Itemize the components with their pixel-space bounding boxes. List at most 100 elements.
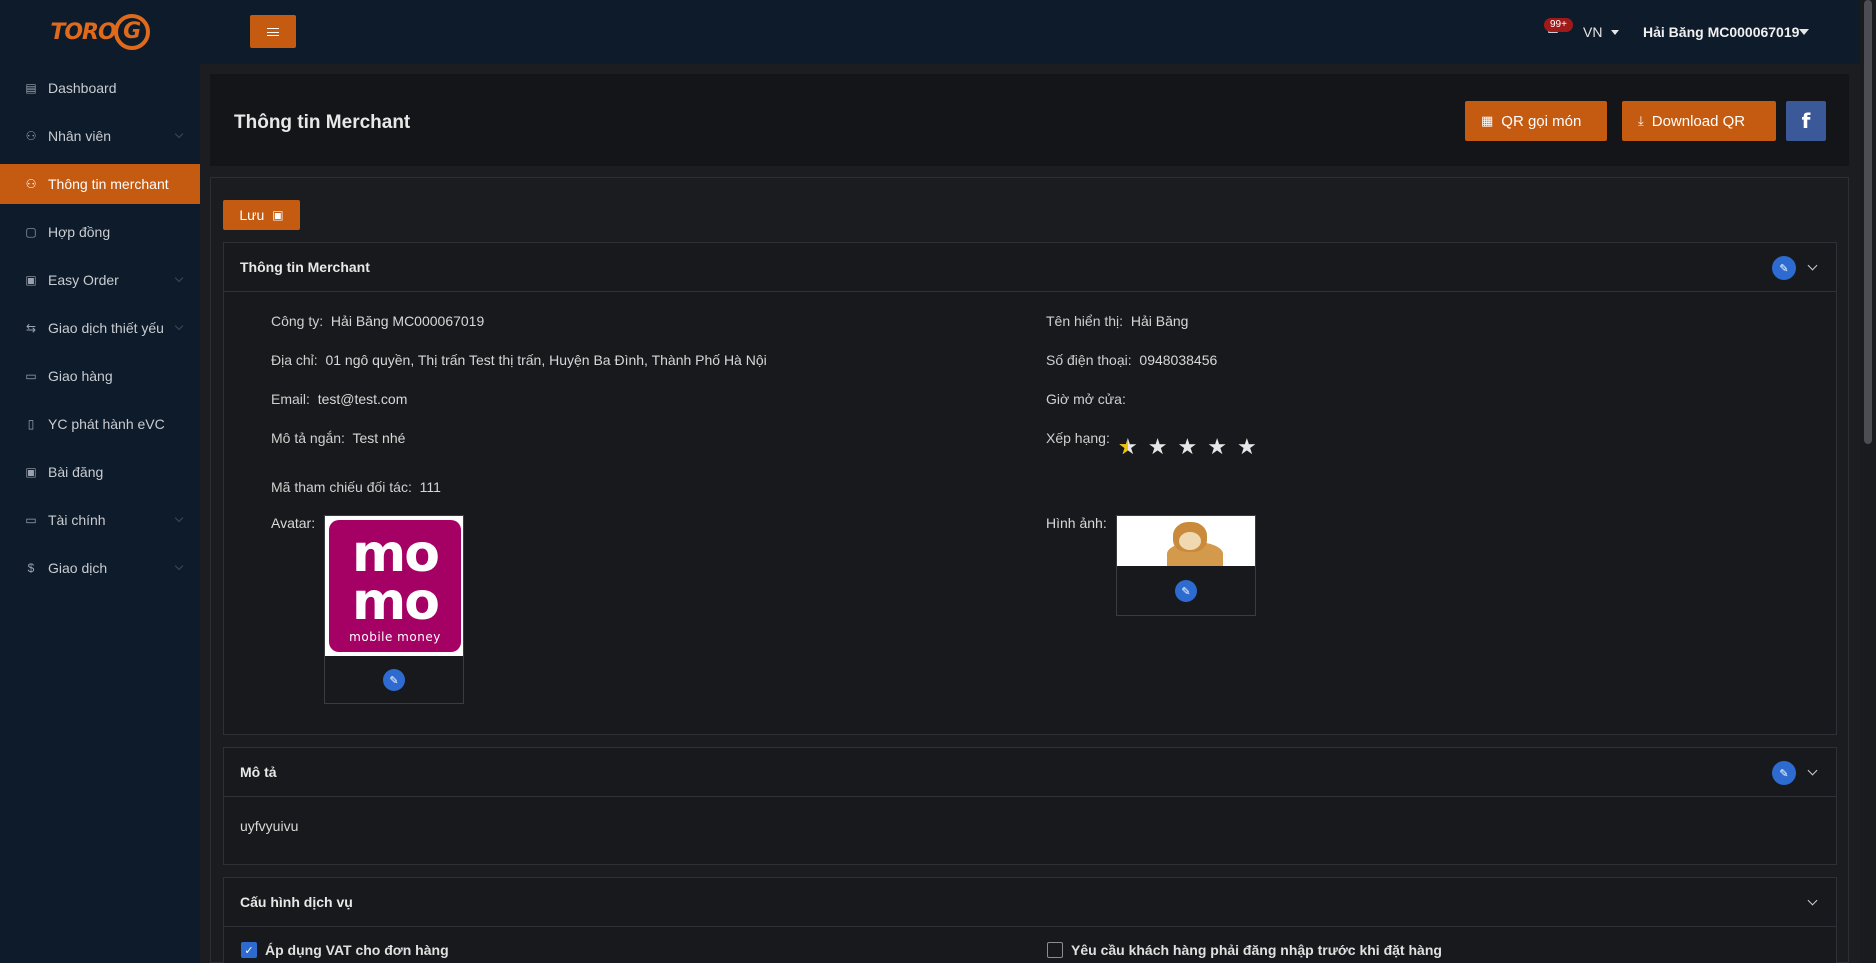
sidebar-item-label: Giao hàng [48,368,113,384]
sidebar-item-6[interactable]: ▭ Giao hàng [0,356,200,396]
company-value: Hải Băng MC000067019 [330,313,485,329]
vat-option[interactable]: ✓ Áp dụng VAT cho đơn hàng [241,942,449,958]
notification-badge: 99+ [1544,18,1573,32]
sidebar-item-1[interactable]: ⚇ Nhân viên [0,116,200,156]
sidebar-item-3[interactable]: ▢ Hợp đồng [0,212,200,252]
display-name-field: Tên hiển thị: Hải Băng [1046,313,1188,329]
chevron-down-icon[interactable] [1807,765,1818,776]
partner-ref-field: Mã tham chiếu đối tác: 111 [271,479,441,495]
description-text: uyfvyuivu [240,818,299,834]
email-label: Email: [271,391,310,407]
phone-field: Số điện thoại: 0948038456 [1046,352,1217,368]
caret-down-icon [1611,30,1619,35]
company-field: Công ty: Hải Băng MC000067019 [271,313,484,329]
sidebar-item-label: Bài đăng [48,464,104,480]
qr-icon: ▦ [1481,113,1494,128]
sidebar-nav: ▤ Dashboard ⚇ Nhân viên ⚇ Thông tin merchant ▢… [0,68,200,588]
avatar-label: Avatar: [271,515,316,531]
sidebar-item-4[interactable]: ▣ Easy Order [0,260,200,300]
sidebar-item-7[interactable]: ▯ YC phát hành eVC [0,404,200,444]
document-icon: ▯ [27,417,35,431]
login-required-checkbox[interactable] [1047,942,1063,958]
star-icon[interactable]: ★ [1237,436,1257,458]
phone-label: Số điện thoại: [1046,352,1132,368]
transfer-icon: ⇆ [25,321,37,335]
card-header[interactable]: Mô tả ✎ [224,748,1836,797]
menu-toggle-button[interactable] [250,15,296,48]
sidebar-item-5[interactable]: ⇆ Giao dịch thiết yếu [0,308,200,348]
logo-line-1: mo [352,524,440,584]
sidebar-item-9[interactable]: ▭ Tài chính [0,500,200,540]
chevron-down-icon [174,513,184,523]
finance-icon: ▭ [25,513,37,527]
card-title: Mô tả [240,764,277,780]
sidebar-item-label: YC phát hành eVC [48,416,165,432]
facebook-button[interactable]: f [1786,101,1826,141]
star-icon[interactable]: ★ [1177,436,1197,458]
card-header[interactable]: Cấu hình dịch vụ [224,878,1836,927]
chevron-down-icon [174,321,184,331]
scrollbar-thumb[interactable] [1864,0,1872,444]
delivery-icon: ▭ [25,369,37,383]
page-scrollbar[interactable] [1860,0,1876,963]
star-icon[interactable]: ★ [1148,436,1168,458]
login-required-label: Yêu cầu khách hàng phải đăng nhập trước … [1071,942,1442,958]
display-name-label: Tên hiển thị: [1046,313,1124,329]
chevron-down-icon[interactable] [1807,895,1818,906]
edit-avatar-icon[interactable]: ✎ [383,669,405,691]
rating-field: Xếp hạng: [1046,430,1110,446]
short-desc-value: Test nhé [352,430,406,446]
email-value: test@test.com [317,391,408,407]
dollar-icon: $ [27,561,35,575]
sidebar-item-label: Giao dịch [48,560,108,576]
vat-label: Áp dụng VAT cho đơn hàng [265,942,449,958]
vat-checkbox[interactable]: ✓ [241,942,257,958]
logo-line-2: mo [352,572,440,632]
partner-ref-label: Mã tham chiếu đối tác: [271,479,412,495]
sidebar-item-label: Thông tin merchant [48,176,169,192]
sidebar-item-8[interactable]: ▣ Bài đăng [0,452,200,492]
card-header[interactable]: Thông tin Merchant ✎ [224,243,1836,292]
contract-icon: ▢ [25,225,37,239]
hamburger-icon [267,27,279,36]
page-title: Thông tin Merchant [234,112,411,133]
description-card: Mô tả ✎ uyfvyuivu [223,747,1837,865]
language-selector[interactable]: VN [1583,24,1602,40]
save-button[interactable]: Lưu ▣ [223,200,300,230]
sidebar-item-label: Giao dịch thiết yếu [48,320,164,336]
service-config-card: Cấu hình dịch vụ [223,877,1837,963]
edit-icon[interactable]: ✎ [1772,761,1796,785]
edit-image-icon[interactable]: ✎ [1175,580,1197,602]
star-icon[interactable]: ★ [1118,436,1138,459]
display-name-value: Hải Băng [1130,313,1189,329]
logo-text: TORO [50,19,116,45]
page-header: Thông tin Merchant ▦ QR gọi món ⤓ Downlo… [210,74,1849,166]
partner-ref-value: 111 [419,479,441,495]
sidebar-item-0[interactable]: ▤ Dashboard [0,68,200,108]
sidebar-item-label: Dashboard [48,80,117,96]
sidebar-item-label: Tài chính [48,512,106,528]
qr-order-button[interactable]: ▦ QR gọi món [1465,101,1607,141]
logo[interactable]: TORO G [0,0,200,64]
star-icon[interactable]: ★ [1207,436,1227,458]
image-box: ✎ [1116,515,1256,616]
chevron-down-icon [174,129,184,139]
chevron-down-icon[interactable] [1807,260,1818,271]
login-required-option[interactable]: Yêu cầu khách hàng phải đăng nhập trước … [1047,942,1442,958]
sidebar-item-10[interactable]: $ Giao dịch [0,548,200,588]
logo-tagline: mobile money [349,630,441,644]
download-qr-button[interactable]: ⤓ Download QR [1622,101,1776,141]
user-menu[interactable]: Hải Băng MC000067019 [1643,24,1799,40]
rating-stars[interactable]: ★ ★ ★ ★ ★ [1118,436,1257,459]
save-label: Lưu [239,207,265,223]
sidebar-item-2[interactable]: ⚇ Thông tin merchant [0,164,200,204]
download-qr-label: Download QR [1651,112,1746,130]
chevron-down-icon [174,273,184,283]
qr-order-label: QR gọi món [1501,112,1582,130]
card-title: Cấu hình dịch vụ [240,894,353,910]
edit-icon[interactable]: ✎ [1772,256,1796,280]
company-label: Công ty: [271,313,324,329]
facebook-icon: f [1801,109,1811,133]
download-icon: ⤓ [1638,113,1644,128]
email-field: Email: test@test.com [271,391,407,407]
